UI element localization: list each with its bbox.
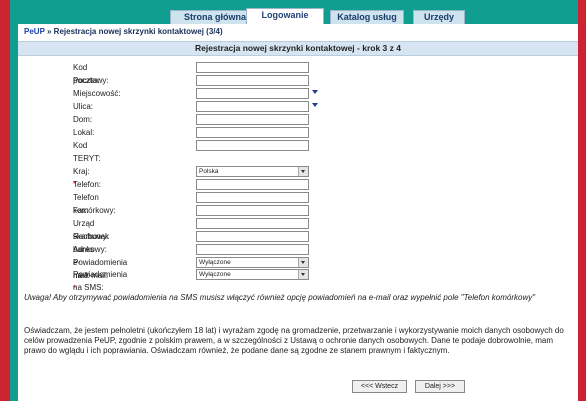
tax-office-input[interactable] bbox=[196, 218, 309, 229]
street-input[interactable] bbox=[196, 101, 309, 112]
breadcrumb-separator: » bbox=[44, 27, 54, 36]
back-button[interactable]: <<< Wstecz bbox=[352, 380, 407, 393]
email-notify-select[interactable]: Wyłączone bbox=[196, 257, 309, 268]
tab-login[interactable]: Logowanie bbox=[246, 8, 324, 24]
left-teal-border bbox=[10, 0, 18, 401]
breadcrumb-current: Rejestracja nowej skrzynki kontaktowej (… bbox=[53, 27, 223, 36]
teryt-code-label: Kod TERYT: bbox=[73, 141, 101, 163]
breadcrumb-root-link[interactable]: PeUP bbox=[24, 27, 45, 36]
sms-notify-value: Wyłączone bbox=[199, 271, 231, 278]
step-header: Rejestracja nowej skrzynki kontaktowej -… bbox=[18, 41, 578, 56]
tab-offices[interactable]: Urzędy bbox=[413, 10, 465, 24]
apartment-input[interactable] bbox=[196, 127, 309, 138]
next-button[interactable]: Dalej >>> bbox=[415, 380, 465, 393]
country-select[interactable]: Polska bbox=[196, 166, 309, 177]
sms-warning-note: Uwaga! Aby otrzymywać powiadomienia na S… bbox=[24, 293, 536, 302]
house-input[interactable] bbox=[196, 114, 309, 125]
phone-input[interactable] bbox=[196, 179, 309, 190]
sms-notify-label: Powiadomienia na SMS: bbox=[73, 270, 128, 292]
email-input[interactable] bbox=[196, 244, 309, 255]
sms-notify-select[interactable]: Wyłączone bbox=[196, 269, 309, 280]
bank-account-input[interactable] bbox=[196, 231, 309, 242]
city-input[interactable] bbox=[196, 88, 309, 99]
street-dropdown-icon[interactable] bbox=[312, 103, 318, 107]
mobile-input[interactable] bbox=[196, 192, 309, 203]
postal-code-input[interactable] bbox=[196, 62, 309, 73]
consent-declaration: Oświadczam, że jestem pełnoletni (ukończ… bbox=[24, 326, 564, 356]
phone-label: Telefon: bbox=[73, 180, 102, 189]
country-select-value: Polska bbox=[199, 168, 219, 175]
fax-label: Fax: bbox=[73, 206, 89, 215]
street-label: Ulica: bbox=[73, 102, 94, 111]
post-office-label: Poczta: bbox=[73, 76, 100, 85]
apartment-label: Lokal: bbox=[73, 128, 95, 137]
city-dropdown-icon[interactable] bbox=[312, 90, 318, 94]
right-red-border bbox=[578, 0, 586, 401]
chevron-down-icon bbox=[298, 258, 308, 267]
teryt-code-input[interactable] bbox=[196, 140, 309, 151]
post-office-input[interactable] bbox=[196, 75, 309, 86]
chevron-down-icon bbox=[298, 270, 308, 279]
page-content: Strona główna Logowanie Katalog usług Ur… bbox=[18, 0, 578, 401]
left-red-border bbox=[0, 0, 10, 401]
house-label: Dom: bbox=[73, 115, 93, 124]
breadcrumb: PeUP » Rejestracja nowej skrzynki kontak… bbox=[24, 27, 223, 36]
email-notify-value: Wyłączone bbox=[199, 259, 231, 266]
chevron-down-icon bbox=[298, 167, 308, 176]
city-label: Miejscowość: bbox=[73, 89, 121, 98]
tab-services-catalog[interactable]: Katalog usług bbox=[330, 10, 404, 24]
fax-input[interactable] bbox=[196, 205, 309, 216]
